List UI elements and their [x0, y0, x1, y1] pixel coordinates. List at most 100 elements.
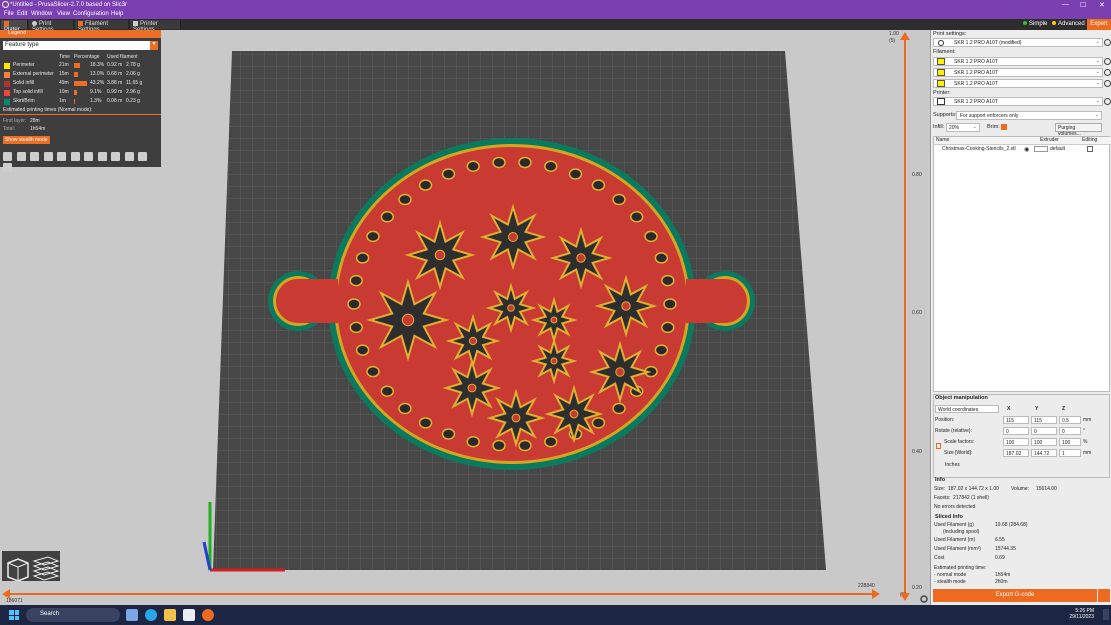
lock-icon[interactable]	[936, 443, 941, 449]
mode-advanced[interactable]: Advanced	[1052, 21, 1085, 27]
widgets-icon[interactable]	[126, 609, 138, 621]
edit-icon[interactable]	[1087, 146, 1093, 152]
send-to-sd-icon[interactable]	[1098, 589, 1110, 602]
position-unit: mm	[1083, 417, 1092, 423]
tool-changes-icon[interactable]	[70, 152, 80, 161]
gear-icon[interactable]	[920, 595, 928, 603]
object-row[interactable]: Christmas-Cooking-Stencils_2.stl ◉ defau…	[934, 146, 1109, 154]
printer-select[interactable]: SKR 1.2 PRO A10T ⌄	[933, 97, 1103, 106]
infill-select[interactable]: 20% ⌄	[946, 123, 980, 132]
travel-icon[interactable]	[3, 152, 12, 161]
scale-x-input[interactable]: 100	[1003, 438, 1029, 446]
vertical-layer-slider[interactable]: 1.00 (5) 0.80 0.60 0.40 0.20 (1)	[880, 30, 930, 605]
size-z-input[interactable]: 1	[1059, 449, 1081, 457]
tool-marker-icon[interactable]	[3, 163, 12, 172]
close-button[interactable]: ✕	[1099, 1, 1105, 9]
deretractions-icon[interactable]	[43, 152, 53, 161]
brim-checkbox[interactable]	[1001, 124, 1007, 130]
menu-window[interactable]: Window	[31, 11, 52, 17]
export-gcode-button[interactable]: Export G-code	[933, 589, 1097, 602]
mode-simple[interactable]: Simple	[1023, 21, 1047, 27]
taskbar-search[interactable]: Search	[26, 608, 120, 622]
gear-icon[interactable]	[1104, 58, 1111, 65]
edge-icon[interactable]	[145, 609, 157, 621]
filament-select-3[interactable]: SKR 1.2 PRO A10T ⌄	[933, 79, 1103, 88]
eye-icon[interactable]: ◉	[1024, 146, 1029, 153]
supports-select[interactable]: For support enforcers only ⌄	[956, 111, 1102, 120]
file-explorer-icon[interactable]	[164, 609, 176, 621]
show-stealth-mode-button[interactable]: Show stealth mode	[3, 136, 50, 144]
column-editing[interactable]: Editing	[1069, 137, 1111, 145]
vslider-bottom-thumb[interactable]	[900, 593, 910, 601]
rotate-x-input[interactable]: 0	[1003, 427, 1029, 435]
purging-volumes-button[interactable]: Purging volumes...	[1055, 123, 1102, 137]
column-extruder[interactable]: Extruder	[1024, 137, 1069, 145]
size-x-input[interactable]: 187.02	[1003, 449, 1029, 457]
tab-filament-settings[interactable]: Filament Settings	[75, 20, 129, 33]
tab-plater[interactable]: Plater	[1, 20, 28, 33]
gear-icon[interactable]	[1104, 69, 1111, 76]
info-title: Info	[935, 477, 946, 483]
taskbar-clock[interactable]: 5:26 PM 29/11/2023	[1062, 608, 1094, 620]
layer-view-icon[interactable]	[32, 556, 60, 581]
seams-icon[interactable]	[57, 152, 66, 161]
shells-icon[interactable]	[138, 152, 147, 161]
stealth-mode-value: 2h0m	[995, 579, 1008, 585]
legend-row[interactable]: External perimeter 15m 13.0% 0.68 m 2.06 g	[0, 71, 161, 79]
menu-file[interactable]: File	[4, 11, 14, 17]
legend-row[interactable]: Perimeter 21m 18.3% 0.92 m 2.78 g	[0, 62, 161, 70]
vslider-track[interactable]	[904, 35, 906, 600]
menu-view[interactable]: View	[57, 11, 70, 17]
pause-prints-icon[interactable]	[97, 152, 107, 161]
gear-icon[interactable]	[1104, 98, 1111, 105]
filament-select-2[interactable]: SKR 1.2 PRO A10T ⌄	[933, 68, 1103, 77]
vslider-top-layer: (5)	[889, 38, 896, 44]
position-z-input[interactable]: 0.5	[1059, 416, 1081, 424]
tab-print-settings[interactable]: Print Settings	[29, 20, 74, 33]
gear-icon[interactable]	[1104, 80, 1111, 87]
3d-view-icon[interactable]	[7, 558, 29, 582]
prusaslicer-taskbar-icon[interactable]	[202, 609, 214, 621]
position-y-input[interactable]: 115	[1031, 416, 1057, 424]
scale-y-input[interactable]: 100	[1031, 438, 1057, 446]
filament-color-swatch	[937, 69, 945, 76]
object-list[interactable]: Name Extruder Editing Christmas-Cooking-…	[933, 136, 1111, 392]
menu-configuration[interactable]: Configuration	[73, 11, 109, 17]
wipe-icon[interactable]	[16, 152, 26, 161]
color-changes-icon[interactable]	[84, 152, 93, 161]
hslider-track[interactable]	[5, 593, 875, 595]
vslider-top-thumb[interactable]	[900, 32, 910, 40]
column-name[interactable]: Name	[934, 137, 1024, 145]
maximize-button[interactable]: ☐	[1080, 1, 1086, 9]
feature-type-select[interactable]: Feature type ▼	[3, 41, 158, 50]
gear-icon[interactable]	[1104, 39, 1111, 46]
coordinates-select[interactable]: World coordinates	[935, 405, 999, 413]
menu-edit[interactable]: Edit	[17, 11, 27, 17]
position-x-input[interactable]: 115	[1003, 416, 1029, 424]
stencil-dot	[349, 321, 363, 334]
scale-z-input[interactable]: 100	[1059, 438, 1081, 446]
filament-select-1[interactable]: SKR 1.2 PRO A10T ⌄	[933, 57, 1103, 66]
retractions-icon[interactable]	[30, 152, 39, 161]
stencil-dot	[661, 274, 675, 287]
minimize-button[interactable]: —	[1062, 1, 1069, 8]
inches-checkbox[interactable]: Inches	[945, 462, 960, 468]
store-icon[interactable]	[183, 609, 195, 621]
menu-help[interactable]: Help	[111, 11, 123, 17]
legend-row[interactable]: Skirt/Brim 1m 1.3% 0.08 m 0.23 g	[0, 98, 161, 106]
legend-header[interactable]: Legend	[0, 30, 161, 38]
center-of-gravity-icon[interactable]	[124, 152, 134, 161]
custom-gcodes-icon[interactable]	[111, 152, 120, 161]
notification-icon[interactable]	[1103, 609, 1109, 620]
print-settings-select[interactable]: SKR 1.2 PRO A10T (modified) ⌄	[933, 38, 1103, 47]
rotate-z-input[interactable]: 0	[1059, 427, 1081, 435]
object-extruder[interactable]: default	[1050, 146, 1065, 152]
size-y-input[interactable]: 144.72	[1031, 449, 1057, 457]
rotate-y-input[interactable]: 0	[1031, 427, 1057, 435]
horizontal-layer-slider[interactable]: 228840 186071	[0, 583, 880, 605]
legend-row[interactable]: Solid infill 49m 43.2% 3.88 m 11.65 g	[0, 80, 161, 88]
mode-expert[interactable]: Expert	[1087, 19, 1111, 30]
windows-start-icon[interactable]	[9, 610, 19, 620]
tab-printer-settings[interactable]: Printer Settings	[130, 20, 181, 33]
legend-row[interactable]: Top solid infill 10m 9.1% 0.99 m 2.96 g	[0, 89, 161, 97]
